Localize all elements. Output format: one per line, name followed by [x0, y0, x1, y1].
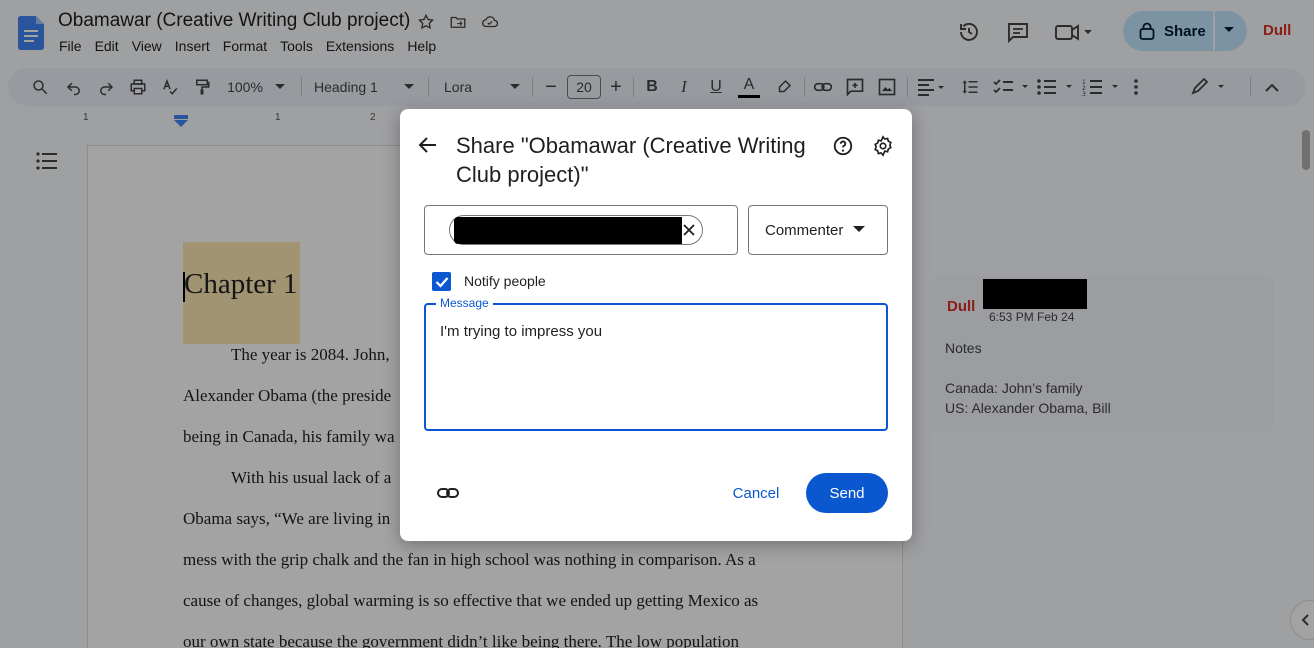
cancel-button[interactable]: Cancel [714, 473, 798, 513]
send-button[interactable]: Send [806, 473, 888, 513]
message-label: Message [436, 296, 493, 310]
gear-icon[interactable] [872, 135, 896, 159]
recipient-chip[interactable] [449, 215, 703, 245]
share-dialog: Share "Obamawar (Creative Writing Club p… [400, 109, 912, 541]
back-arrow-icon[interactable] [416, 133, 440, 157]
check-icon [435, 276, 448, 288]
role-value: Commenter [765, 221, 844, 239]
role-select[interactable]: Commenter [748, 205, 888, 255]
close-icon[interactable] [681, 222, 697, 238]
dialog-title: Share "Obamawar (Creative Writing Club p… [456, 133, 806, 187]
redacted-email [454, 217, 682, 244]
message-text: I'm trying to impress you [440, 323, 603, 340]
copy-link-icon[interactable] [436, 481, 460, 505]
notify-label[interactable]: Notify people [464, 273, 546, 289]
help-icon[interactable] [832, 135, 856, 159]
chevron-down-icon [853, 226, 865, 232]
add-people-field[interactable] [424, 205, 738, 255]
notify-checkbox[interactable] [432, 272, 451, 291]
message-textarea[interactable]: Message I'm trying to impress you [424, 296, 888, 431]
